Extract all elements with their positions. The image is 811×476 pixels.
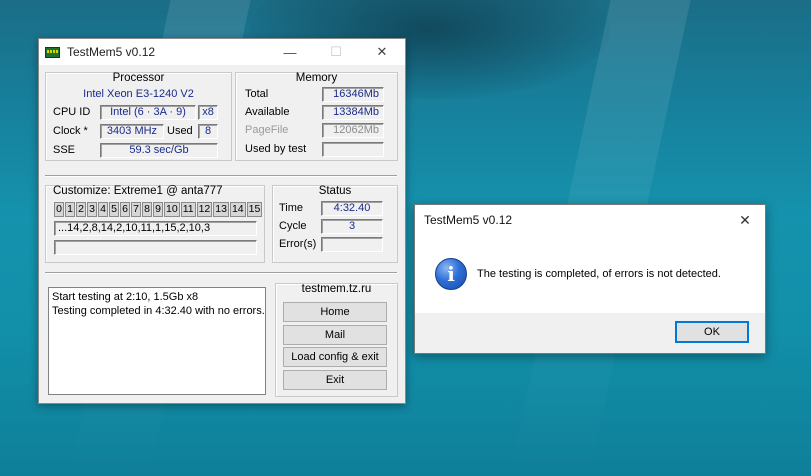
title-bar[interactable]: TestMem5 v0.12 — ☐ ✕ <box>39 39 405 65</box>
log-line: Start testing at 2:10, 1.5Gb x8 <box>52 291 199 303</box>
site-link[interactable]: testmem.tz.ru <box>276 283 397 295</box>
ok-button[interactable]: OK <box>675 321 749 343</box>
used-label: Used <box>167 125 193 137</box>
sse-label: SSE <box>53 144 76 156</box>
sse-value: 59.3 sec/Gb <box>100 143 218 158</box>
total-label: Total <box>245 88 269 100</box>
used-threads-value: 8 <box>198 124 218 139</box>
separator <box>45 272 397 274</box>
load-config-exit-button[interactable]: Load config & exit <box>283 347 387 367</box>
errors-value <box>321 237 383 252</box>
testmem-window: TestMem5 v0.12 — ☐ ✕ Processor Intel Xeo… <box>38 38 406 404</box>
info-icon: i <box>435 258 467 290</box>
test-cell: 6 <box>120 202 130 217</box>
time-label: Time <box>279 202 304 214</box>
memory-group: Memory Total 16346Mb Available 13384Mb P… <box>235 72 398 161</box>
test-cell: 15 <box>246 202 263 217</box>
log-line: Testing completed in 4:32.40 with no err… <box>52 305 265 317</box>
test-cell: 2 <box>76 202 86 217</box>
test-sequence-field: ...14,2,8,14,2,10,11,1,15,2,10,3 <box>54 221 257 236</box>
clock-value: 3403 MHz <box>100 124 164 139</box>
test-cell: 12 <box>196 202 213 217</box>
memory-chip-icon <box>45 46 60 58</box>
clock-label: Clock * <box>53 125 88 137</box>
total-memory-value: 16346Mb <box>322 87 384 102</box>
dialog-title-bar[interactable]: TestMem5 v0.12 ✕ <box>415 205 765 235</box>
cpu-id-value: Intel (6 · 3A · 9) <box>100 105 196 120</box>
home-button[interactable]: Home <box>283 302 387 322</box>
test-cell: 8 <box>142 202 152 217</box>
pagefile-value: 12062Mb <box>322 123 384 138</box>
status-title: Status <box>318 185 352 197</box>
processor-name: Intel Xeon E3-1240 V2 <box>83 88 194 100</box>
test-cells: 0 1 2 3 4 5 6 7 8 9 10 11 12 13 14 15 <box>54 202 263 217</box>
mail-button[interactable]: Mail <box>283 325 387 345</box>
cpu-id-label: CPU ID <box>53 106 91 118</box>
window-title: TestMem5 v0.12 <box>67 45 156 59</box>
test-cell: 13 <box>213 202 229 217</box>
test-cell: 11 <box>180 202 196 217</box>
time-value: 4:32.40 <box>321 201 383 216</box>
test-cell: 4 <box>98 202 108 217</box>
completion-dialog: TestMem5 v0.12 ✕ i The testing is comple… <box>414 204 766 354</box>
status-group: Status Time 4:32.40 Cycle 3 Error(s) <box>272 185 398 263</box>
available-memory-value: 13384Mb <box>322 105 384 120</box>
test-cell: 5 <box>109 202 119 217</box>
test-cell: 0 <box>54 202 64 217</box>
log-output[interactable]: Start testing at 2:10, 1.5Gb x8 Testing … <box>48 287 266 395</box>
separator <box>45 175 397 177</box>
available-label: Available <box>245 106 290 118</box>
test-cell: 10 <box>164 202 180 217</box>
test-cell: 1 <box>65 202 75 217</box>
dialog-body: i The testing is completed, of errors is… <box>415 235 765 313</box>
cycle-value: 3 <box>321 219 383 234</box>
used-by-test-label: Used by test <box>245 143 307 155</box>
processor-group: Processor Intel Xeon E3-1240 V2 CPU ID I… <box>45 72 232 161</box>
memory-title: Memory <box>295 72 338 84</box>
customize-title: Customize: Extreme1 @ anta777 <box>53 185 223 197</box>
processor-title: Processor <box>112 72 165 84</box>
test-cell: 9 <box>153 202 163 217</box>
minimize-button[interactable]: — <box>267 39 313 65</box>
maximize-button: ☐ <box>330 44 342 59</box>
customize-group: Customize: Extreme1 @ anta777 0 1 2 3 4 … <box>45 185 265 263</box>
dialog-title: TestMem5 v0.12 <box>424 213 513 227</box>
pagefile-label: PageFile <box>245 124 289 136</box>
actions-group: testmem.tz.ru Home Mail Load config & ex… <box>275 283 398 397</box>
used-by-test-value <box>322 142 384 157</box>
errors-label: Error(s) <box>279 238 317 250</box>
thread-count-value: x8 <box>198 105 218 120</box>
cycle-label: Cycle <box>279 220 307 232</box>
close-button[interactable]: ✕ <box>359 39 405 65</box>
dialog-message: The testing is completed, of errors is n… <box>477 268 721 280</box>
test-cell: 3 <box>87 202 97 217</box>
exit-button[interactable]: Exit <box>283 370 387 390</box>
test-cell: 7 <box>131 202 141 217</box>
test-cell: 14 <box>229 202 246 217</box>
customize-empty-field <box>54 240 257 255</box>
dialog-close-button[interactable]: ✕ <box>725 212 765 229</box>
